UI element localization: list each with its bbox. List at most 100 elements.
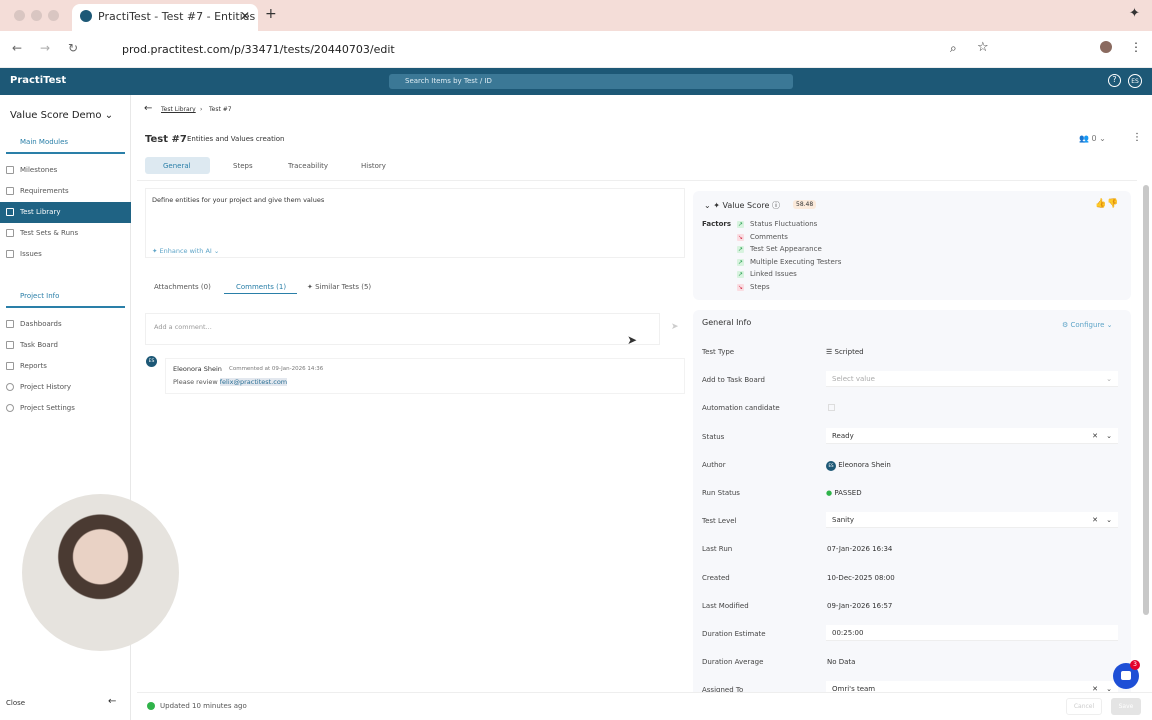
gear-icon (6, 404, 14, 412)
footer-bar: Updated 10 minutes ago Cancel Save (137, 692, 1152, 720)
forward-icon[interactable]: → (40, 41, 50, 55)
field-select[interactable]: Sanity ✕ ⌄ (826, 512, 1118, 529)
thumbs-down-icon[interactable]: 👎 (1107, 199, 1118, 209)
search-input[interactable]: Search Items by Test / ID (389, 74, 793, 89)
close-sidebar-button[interactable]: Close (6, 699, 25, 707)
new-tab-button[interactable]: + (265, 6, 277, 22)
factor-down-icon: ↘ (737, 283, 744, 291)
save-button[interactable]: Save (1111, 698, 1141, 715)
factor-item: Status Fluctuations (750, 220, 818, 228)
tab-history[interactable]: History (361, 162, 386, 170)
field-select[interactable]: Select value ⌄ (826, 371, 1118, 388)
section-project-info[interactable]: Project Info (6, 292, 125, 308)
breadcrumb-parent[interactable]: Test Library (161, 106, 196, 113)
field-value: ● PASSED (826, 489, 862, 497)
more-options-icon[interactable]: ⋮ (1132, 132, 1142, 143)
browser-tab[interactable]: PractiTest - Test #7 - Entities ✕ (72, 4, 258, 31)
dashboard-icon (6, 320, 14, 328)
project-selector[interactable]: Value Score Demo ⌄ (10, 110, 113, 121)
value-score-toggle[interactable]: ⌄ ✦ Value Score ⓘ (704, 200, 780, 211)
extension-icon[interactable]: ✦ (1129, 6, 1140, 21)
scrollbar[interactable] (1143, 185, 1149, 615)
section-main-modules[interactable]: Main Modules (6, 138, 125, 154)
thumbs-up-icon[interactable]: 👍 (1095, 199, 1106, 209)
field-label: Add to Task Board (702, 376, 765, 385)
watchers-button[interactable]: 👥 0 ⌄ (1079, 134, 1106, 143)
cancel-button[interactable]: Cancel (1066, 698, 1102, 715)
reload-icon[interactable]: ↻ (68, 41, 78, 55)
webcam-overlay (22, 494, 179, 651)
url-input[interactable]: prod.practitest.com/p/33471/tests/204407… (94, 35, 974, 63)
breadcrumb-separator: › (200, 106, 203, 113)
comment-input[interactable]: Add a comment... (145, 313, 660, 345)
factor-item: Comments (750, 232, 788, 241)
sidebar-item-reports[interactable]: Reports (0, 356, 131, 377)
subtab-comments[interactable]: Comments (1) (236, 283, 286, 291)
logo[interactable]: PractiTest (10, 75, 66, 86)
sidebar: Value Score Demo ⌄ Main Modules Mileston… (0, 95, 179, 720)
chat-button[interactable]: 3 (1113, 660, 1140, 689)
reports-icon (6, 362, 14, 370)
breadcrumb-current: Test #7 (209, 106, 232, 113)
factor-item: Linked Issues (750, 270, 797, 278)
field-select[interactable]: Ready ✕ ⌄ (826, 427, 1118, 444)
window-maximize-button[interactable] (48, 10, 59, 21)
value-score-badge: 58.48 (793, 200, 817, 209)
favicon-icon (80, 10, 92, 22)
configure-button[interactable]: ⚙ Configure ⌄ (1062, 321, 1113, 329)
description-text: Define entities for your project and giv… (152, 196, 325, 204)
factor-item: Steps (750, 282, 770, 291)
description-editor[interactable]: Define entities for your project and giv… (145, 188, 685, 258)
sidebar-item-test-library[interactable]: Test Library (0, 202, 131, 223)
sidebar-item-milestones[interactable]: Milestones (0, 160, 131, 181)
field-value: No Data (827, 658, 856, 667)
back-icon[interactable]: ← (12, 41, 22, 55)
field-label: Run Status (702, 489, 740, 497)
enhance-ai-button[interactable]: ✦ Enhance with AI ⌄ (152, 247, 219, 255)
bug-icon (6, 250, 14, 258)
sidebar-item-project-settings[interactable]: Project Settings (0, 398, 131, 419)
back-arrow-icon[interactable]: ← (144, 103, 152, 114)
automation-checkbox[interactable] (828, 404, 835, 412)
sidebar-item-test-sets[interactable]: Test Sets & Runs (0, 223, 131, 244)
tab-general[interactable]: General (163, 162, 191, 170)
menu-icon[interactable]: ⋮ (1130, 40, 1142, 54)
field-label: Test Level (702, 517, 737, 526)
field-label: Author (702, 460, 726, 469)
divider (137, 180, 1137, 181)
collapse-arrow-icon[interactable]: ← (108, 696, 116, 707)
status-dot-icon (147, 702, 155, 710)
field-select[interactable]: 00:25:00 (826, 625, 1118, 641)
sidebar-item-requirements[interactable]: Requirements (0, 181, 131, 202)
general-info-title: General Info (702, 318, 752, 327)
comment-item: Eleonora Shein Commented at 09-Jan-2026 … (165, 358, 685, 394)
factor-up-icon: ↗ (737, 221, 744, 228)
address-bar-row: ← → ↻ prod.practitest.com/p/33471/tests/… (0, 31, 1152, 68)
bookmark-star-icon[interactable]: ☆ (977, 40, 989, 55)
field-label: Automation candidate (702, 404, 780, 413)
test-name-field[interactable]: Entities and Values creation (187, 135, 284, 143)
window-minimize-button[interactable] (31, 10, 42, 21)
sidebar-item-issues[interactable]: Issues (0, 244, 131, 265)
comment-meta: Commented at 09-Jan-2026 14:36 (229, 366, 324, 372)
send-icon[interactable]: ➤ (671, 322, 679, 332)
sidebar-item-task-board[interactable]: Task Board (0, 335, 131, 356)
comment-mention[interactable]: felix@practitest.com (219, 378, 288, 386)
factor-item: Test Set Appearance (750, 245, 822, 253)
window-close-button[interactable] (14, 10, 25, 21)
mouse-cursor: ➤ (627, 333, 638, 347)
zoom-icon[interactable]: ⌕ (950, 41, 957, 56)
help-icon[interactable]: ? (1108, 74, 1121, 87)
profile-avatar[interactable] (1100, 41, 1112, 53)
tab-close-icon[interactable]: ✕ (240, 9, 250, 23)
sidebar-item-project-history[interactable]: Project History (0, 377, 131, 398)
field-label: Last Modified (702, 601, 749, 610)
tab-traceability[interactable]: Traceability (288, 162, 328, 170)
app-header: PractiTest Search Items by Test / ID ? E… (0, 68, 1152, 95)
tab-steps[interactable]: Steps (233, 162, 253, 170)
user-avatar[interactable]: ES (1128, 74, 1142, 88)
sidebar-item-dashboards[interactable]: Dashboards (0, 314, 131, 335)
requirements-icon (6, 187, 14, 195)
subtab-similar-tests[interactable]: ✦ Similar Tests (5) (307, 283, 371, 291)
subtab-attachments[interactable]: Attachments (0) (154, 283, 211, 291)
